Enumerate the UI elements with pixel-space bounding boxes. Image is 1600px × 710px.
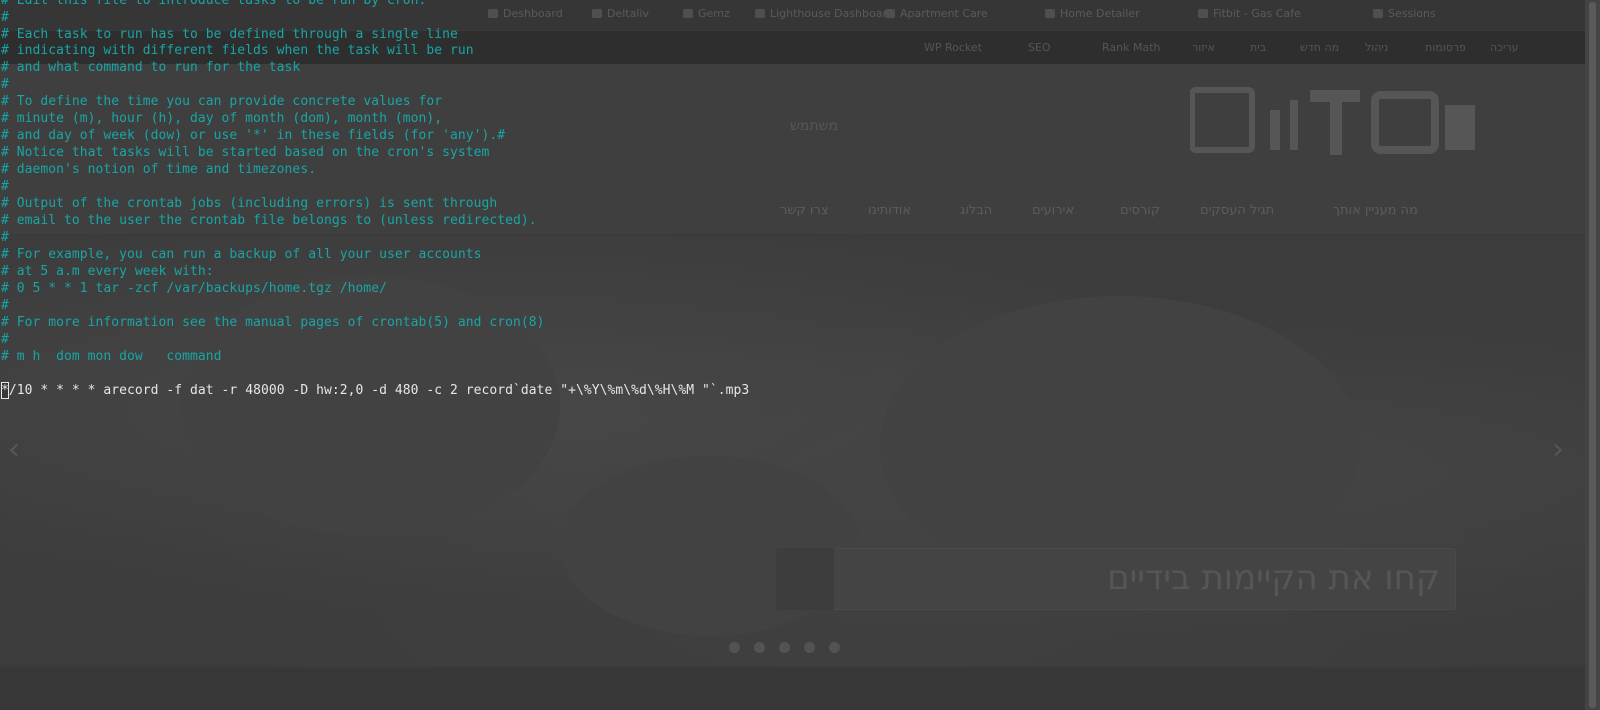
crontab-command-line[interactable]: */10 * * * * arecord -f dat -r 48000 -D …: [1, 382, 749, 399]
crontab-line: # daemon's notion of time and timezones.: [1, 162, 317, 177]
crontab-line: # indicating with different fields when …: [1, 43, 474, 58]
crontab-line: # at 5 a.m every week with:: [1, 264, 214, 279]
screen: Deshboard Deltaliv Gemz Lighthouse Dashb…: [0, 0, 1600, 710]
crontab-line: #: [1, 77, 9, 92]
crontab-line: #: [1, 332, 9, 347]
crontab-line: # Output of the crontab jobs (including …: [1, 196, 498, 211]
terminal-editor[interactable]: # Edit this file to introduce tasks to b…: [0, 0, 1585, 710]
crontab-line: # and day of week (dow) or use '*' in th…: [1, 128, 506, 143]
crontab-line: #: [1, 10, 9, 25]
crontab-line: # Each task to run has to be defined thr…: [1, 27, 458, 42]
crontab-line: # For more information see the manual pa…: [1, 315, 545, 330]
crontab-line: # Edit this file to introduce tasks to b…: [1, 0, 427, 8]
crontab-line: # For example, you can run a backup of a…: [1, 247, 482, 262]
scrollbar-thumb[interactable]: [1589, 2, 1596, 708]
crontab-line: # and what command to run for the task: [1, 60, 301, 75]
crontab-line: #: [1, 179, 9, 194]
crontab-command-text: /10 * * * * arecord -f dat -r 48000 -D h…: [8, 383, 750, 398]
crontab-line: # To define the time you can provide con…: [1, 94, 443, 109]
crontab-line: # email to the user the crontab file bel…: [1, 213, 537, 228]
crontab-line: # Notice that tasks will be started base…: [1, 145, 490, 160]
crontab-line: # m h dom mon dow command: [1, 349, 222, 364]
crontab-line: #: [1, 230, 9, 245]
crontab-line: #: [1, 298, 9, 313]
text-cursor: *: [1, 382, 9, 399]
crontab-line: # 0 5 * * 1 tar -zcf /var/backups/home.t…: [1, 281, 387, 296]
crontab-line: # minute (m), hour (h), day of month (do…: [1, 111, 443, 126]
